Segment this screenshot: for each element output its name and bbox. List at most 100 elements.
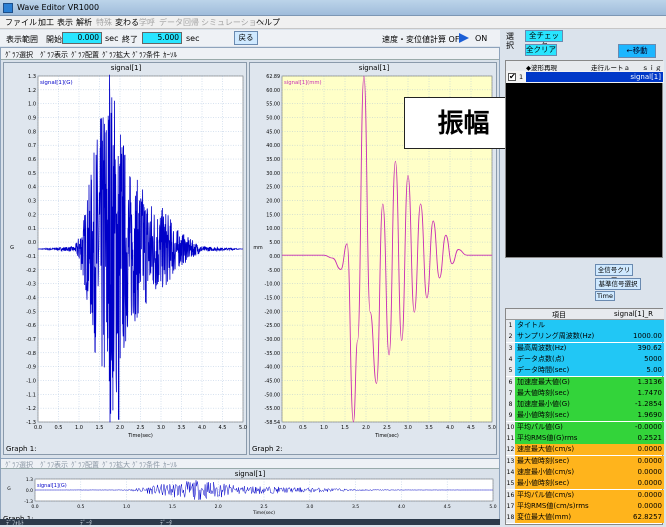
stats-row[interactable]: 12 速度最大値(cm/s) 0.0000 xyxy=(506,444,664,456)
x-tick-label: 2.5 xyxy=(137,425,145,431)
stats-row[interactable]: 1 タイトル xyxy=(506,320,664,331)
x-tick-label: 2.0 xyxy=(116,425,124,431)
check-all-button[interactable]: 全チェック xyxy=(525,30,563,50)
x-tick-label: 1.0 xyxy=(123,504,130,510)
clear-signals-button[interactable]: 全信号クリア xyxy=(595,264,633,284)
menu-graph-conditions-2[interactable]: ｸﾞﾗﾌ条件 xyxy=(132,460,160,470)
x-axis-label: Time(sec) xyxy=(252,510,275,515)
menu-graph-display[interactable]: ｸﾞﾗﾌ表示 xyxy=(40,50,68,60)
menu-graph-layout[interactable]: ｸﾞﾗﾌ配置 xyxy=(71,50,99,60)
menu-graph-zoom-2[interactable]: ｸﾞﾗﾌ拡大 xyxy=(102,460,130,470)
menu-process[interactable]: 加工 xyxy=(38,17,54,28)
y-tick-label: -1.1 xyxy=(26,392,36,398)
menu-cursor-2[interactable]: ｶｰｿﾙ xyxy=(163,460,177,470)
menu-graph-layout-2[interactable]: ｸﾞﾗﾌ配置 xyxy=(71,460,99,470)
toolbar: 表示範囲 開始 0.000 sec 終了 5.000 sec 戻る 速度・変位値… xyxy=(0,30,500,46)
y-tick-label: 62.89 xyxy=(266,74,280,80)
menu-view[interactable]: 表示 xyxy=(57,17,73,28)
stats-row[interactable]: 3 最高周波数(Hz) 390.62 xyxy=(506,342,664,354)
y-tick-label: -20.00 xyxy=(265,309,280,315)
stats-row[interactable]: 6 加速度最大値(G) 1.3136 xyxy=(506,376,664,388)
x-tick-label: 1.0 xyxy=(75,425,83,431)
stats-row-number: 5 xyxy=(506,365,515,377)
x-tick-label: 5.0 xyxy=(489,504,496,510)
stats-row[interactable]: 9 最小値時刻(sec) 1.9690 xyxy=(506,410,664,422)
menu-help[interactable]: ヘルプ xyxy=(256,17,280,28)
signal-row-checkbox[interactable]: ✔ xyxy=(508,73,516,81)
menu-data-regression[interactable]: データ回帰 xyxy=(159,17,199,28)
stats-row[interactable]: 7 最大値時刻(sec) 1.7470 xyxy=(506,387,664,399)
stats-col-item: 項目 xyxy=(552,311,566,319)
stats-row[interactable]: 8 加速度最小値(G) -1.2854 xyxy=(506,399,664,411)
menu-change[interactable]: 変わる xyxy=(115,17,139,28)
stats-row[interactable]: 14 速度最小値(cm/s) 0.0000 xyxy=(506,466,664,478)
stats-row-value: 0.0000 xyxy=(605,455,664,467)
menu-graph-conditions[interactable]: ｸﾞﾗﾌ条件 xyxy=(132,50,160,60)
stats-row[interactable]: 2 サンプリング周波数(Hz) 1000.00 xyxy=(506,331,664,343)
menu-file[interactable]: ファイル xyxy=(5,17,37,28)
signal-row[interactable]: ✔ 1 signal[1] xyxy=(506,71,664,83)
signal-list-header: ◆波形再現 走行ルートａ ｓｉｇ xyxy=(506,61,664,72)
menu-graph-select[interactable]: ｸﾞﾗﾌ選択 xyxy=(5,50,33,60)
menu-analysis[interactable]: 解析 xyxy=(76,17,92,28)
stats-row-label: 速度最大値(cm/s) xyxy=(515,444,605,456)
legend-entry: signal[1](mm) xyxy=(284,80,322,86)
clear-all-button[interactable]: 全クリア xyxy=(525,44,557,56)
back-button[interactable]: 戻る xyxy=(234,31,258,45)
stats-row-value: 1.9690 xyxy=(605,410,664,422)
menu-learn[interactable]: 学呼 xyxy=(139,17,155,28)
signal-row-name[interactable]: signal[1] xyxy=(526,72,663,82)
stats-row[interactable]: 13 最大値時刻(sec) 0.0000 xyxy=(506,455,664,467)
stats-row-label: 平均パル値(cm/s) xyxy=(515,489,605,501)
y-tick-label: -0.9 xyxy=(26,365,36,371)
y-tick-label: -0.8 xyxy=(26,351,36,357)
y-tick-label: 50.00 xyxy=(266,116,280,122)
y-tick-label: -45.00 xyxy=(265,378,280,384)
stats-row-value: 0.0000 xyxy=(605,478,664,490)
stats-row[interactable]: 4 データ点数(点) 5000 xyxy=(506,353,664,365)
start-time-input[interactable]: 0.000 xyxy=(62,32,102,44)
x-tick-label: 3.0 xyxy=(306,504,313,510)
move-left-button[interactable]: ←移動 xyxy=(618,44,656,58)
stats-row[interactable]: 16 平均パル値(cm/s) 0.0000 xyxy=(506,489,664,501)
stats-row[interactable]: 17 平均RMS値(cm/s)rms 0.0000 xyxy=(506,500,664,512)
stats-row[interactable]: 18 変位最大値(mm) 62.8257 xyxy=(506,512,664,524)
graph-1-chart[interactable]: 0.0 0.5 1.0 1.5 2.0 2.5 3.0 3.5 4.0 4.5 5.0 1.3 1.2 1… xyxy=(4,72,248,444)
stats-row-value xyxy=(605,320,664,331)
x-tick-label: 2.5 xyxy=(383,425,391,431)
y-tick-label: 0.7 xyxy=(28,143,36,149)
overview-window: ｸﾞﾗﾌ選択 ｸﾞﾗﾌ表示 ｸﾞﾗﾌ配置 ｸﾞﾗﾌ拡大 ｸﾞﾗﾌ条件 ｶｰｿﾙ … xyxy=(0,458,500,525)
x-tick-label: 1.0 xyxy=(320,425,328,431)
toggle-arrow-icon[interactable] xyxy=(458,32,470,44)
stats-row-number: 13 xyxy=(506,455,515,467)
reference-signal-button[interactable]: 基準信号選択 xyxy=(595,278,641,290)
y-tick-label: 1.2 xyxy=(28,88,36,94)
y-tick-label: -0.5 xyxy=(26,309,36,315)
menu-special[interactable]: 特殊 xyxy=(96,17,112,28)
menu-graph-select-2[interactable]: ｸﾞﾗﾌ選択 xyxy=(5,460,33,470)
stats-row[interactable]: 10 平均パル値(G) -0.0000 xyxy=(506,421,664,433)
stats-row-label: 平均RMS値(cm/s)rms xyxy=(515,500,605,512)
stats-row-label: 最小値時刻(sec) xyxy=(515,410,605,422)
menu-graph-display-2[interactable]: ｸﾞﾗﾌ表示 xyxy=(40,460,68,470)
signal-panel: 選択 全チェック 全クリア ←移動 ◆波形再現 走行ルートａ ｓｉｇ ✔ 1 s… xyxy=(505,30,666,525)
y-tick-label: -5.00 xyxy=(268,268,280,274)
y-tick-label: -15.00 xyxy=(265,295,280,301)
time-button[interactable]: Time xyxy=(595,291,615,301)
end-time-input[interactable]: 5.000 xyxy=(142,32,182,44)
graph-3-chart[interactable]: 0.0 0.5 1.0 1.5 2.0 2.5 3.0 3.5 4.0 4.5 5.01.30.0-… xyxy=(1,477,499,515)
stats-row[interactable]: 5 データ時間(sec) 5.00 xyxy=(506,365,664,377)
y-tick-label: -0.1 xyxy=(26,254,36,260)
status-item-3: ﾃﾞｰﾀ xyxy=(160,520,173,527)
menu-graph-zoom[interactable]: ｸﾞﾗﾌ拡大 xyxy=(102,50,130,60)
stats-row[interactable]: 15 最小値時刻(sec) 0.0000 xyxy=(506,478,664,490)
calc-toggle-label: 速度・変位値計算 OFF xyxy=(382,35,465,44)
y-tick-label: -1.0 xyxy=(26,378,36,384)
y-tick-label: -1.3 xyxy=(26,420,36,426)
app-icon xyxy=(3,3,13,13)
menu-cursor[interactable]: ｶｰｿﾙ xyxy=(163,50,177,60)
stats-row-number: 2 xyxy=(506,331,515,343)
stats-row[interactable]: 11 平均RMS値(G)rms 0.2521 xyxy=(506,433,664,444)
y-tick-label: -1.3 xyxy=(24,499,33,505)
stats-row-value: -1.2854 xyxy=(605,399,664,411)
